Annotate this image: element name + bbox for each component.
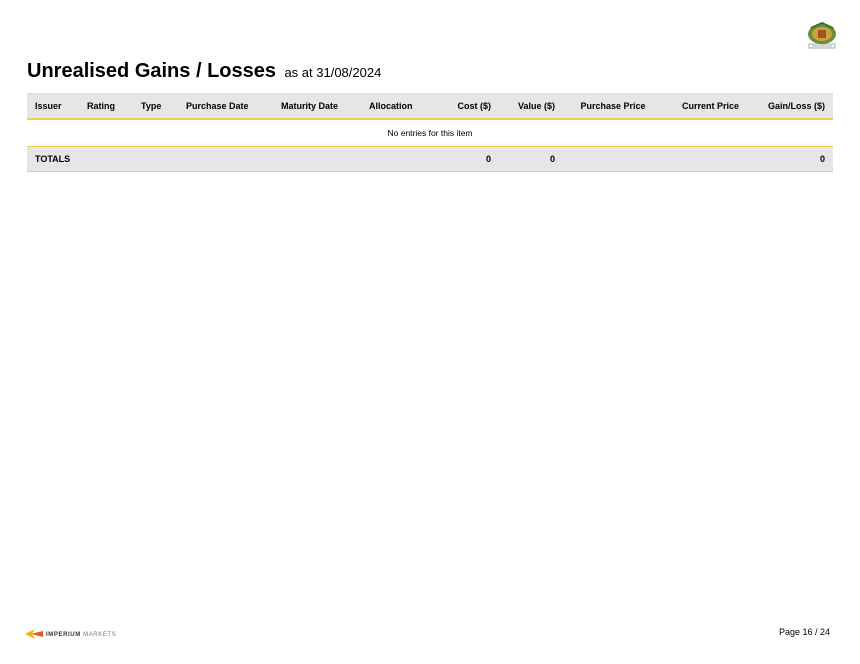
page-title: Unrealised Gains / Losses xyxy=(27,60,276,82)
totals-purchase-price xyxy=(563,146,663,172)
imperium-arrow-icon xyxy=(25,626,43,644)
council-crest-icon xyxy=(803,21,841,50)
totals-current-price xyxy=(663,146,758,172)
brand-name-bold: IMPERIUM xyxy=(46,632,81,638)
totals-cost: 0 xyxy=(439,146,499,172)
page-number: Page 16 / 24 xyxy=(778,627,830,637)
totals-label: TOTALS xyxy=(27,146,439,172)
table-header-row: Issuer Rating Type Purchase Date Maturit… xyxy=(27,93,833,120)
column-header-rating: Rating xyxy=(79,93,133,120)
column-header-type: Type xyxy=(133,93,178,120)
column-header-value: Value ($) xyxy=(499,93,563,120)
column-header-purchase-price: Purchase Price xyxy=(563,93,663,120)
page-subtitle: as at 31/08/2024 xyxy=(284,65,382,80)
totals-gain-loss: 0 xyxy=(758,146,833,172)
page-title-row: Unrealised Gains / Losses as at 31/08/20… xyxy=(27,60,381,83)
column-header-allocation: Allocation xyxy=(361,93,439,120)
column-header-gain-loss: Gain/Loss ($) xyxy=(758,93,833,120)
imperium-markets-logo: IMPERIUM MARKETS xyxy=(25,626,116,644)
unrealised-gains-table: Issuer Rating Type Purchase Date Maturit… xyxy=(27,93,833,172)
brand-name-light: MARKETS xyxy=(83,632,117,638)
column-header-issuer: Issuer xyxy=(27,93,79,120)
totals-value: 0 xyxy=(499,146,563,172)
empty-message: No entries for this item xyxy=(27,119,833,147)
column-header-cost: Cost ($) xyxy=(439,93,499,120)
totals-row: TOTALS 0 0 0 xyxy=(27,146,833,172)
column-header-maturity-date: Maturity Date xyxy=(273,93,361,120)
empty-row: No entries for this item xyxy=(27,119,833,147)
column-header-current-price: Current Price xyxy=(663,93,758,120)
column-header-purchase-date: Purchase Date xyxy=(178,93,273,120)
